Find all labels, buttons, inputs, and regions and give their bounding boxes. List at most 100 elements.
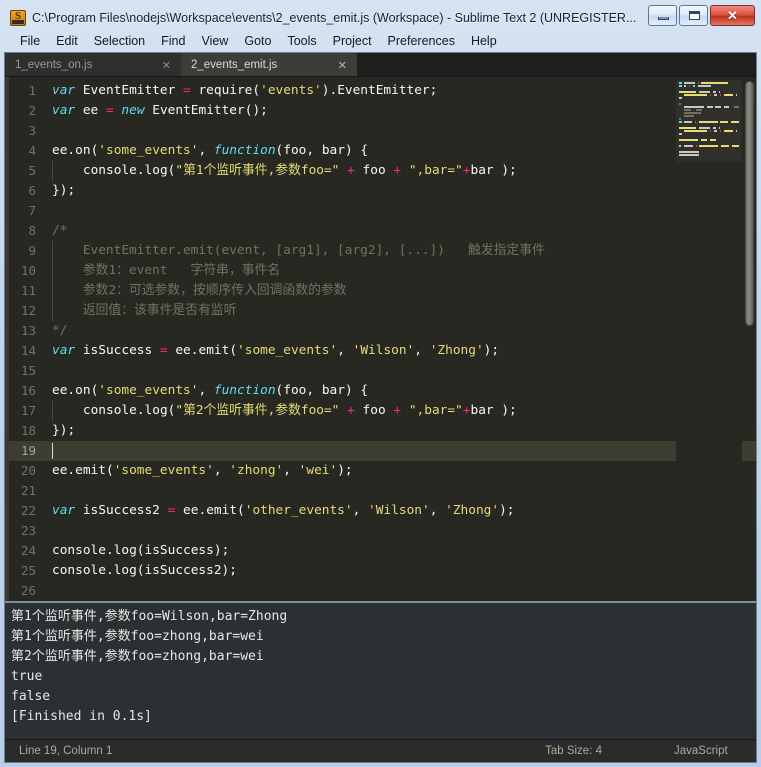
- minimap-token: [692, 85, 696, 87]
- minimap-token: [701, 82, 728, 84]
- code-line[interactable]: [43, 521, 756, 541]
- minimap-token: [694, 121, 696, 123]
- minimap-token: [679, 139, 698, 141]
- minimap-token: [683, 109, 692, 111]
- code-line[interactable]: [43, 201, 756, 221]
- code-line[interactable]: [43, 581, 756, 601]
- code-line[interactable]: 参数1：event 字符串，事件名: [43, 261, 756, 281]
- minimap[interactable]: [676, 77, 742, 601]
- line-number: 23: [20, 523, 36, 538]
- code-line[interactable]: 返回值：该事件是否有监听: [43, 301, 756, 321]
- code-line[interactable]: [43, 481, 756, 501]
- console-line: true: [11, 669, 43, 684]
- minimap-line: [679, 115, 739, 117]
- code-line[interactable]: ee.emit('some_events', 'zhong', 'wei');: [43, 461, 756, 481]
- code-line[interactable]: EventEmitter.emit(event, [arg1], [arg2],…: [43, 241, 756, 261]
- minimap-token: [684, 145, 693, 147]
- tab-close-icon[interactable]: ✕: [160, 59, 173, 72]
- minimap-line: [679, 157, 739, 159]
- minimap-token: [679, 121, 682, 123]
- tab-strip-empty-area: [357, 53, 756, 77]
- code-line[interactable]: /*: [43, 221, 756, 241]
- minimap-token: [719, 130, 721, 132]
- code-line[interactable]: [43, 441, 756, 461]
- menu-item-edit[interactable]: Edit: [48, 32, 86, 51]
- menu-item-tools[interactable]: Tools: [279, 32, 324, 51]
- tab-label: 2_events_emit.js: [191, 59, 278, 71]
- menu-item-view[interactable]: View: [193, 32, 236, 51]
- tab-strip: 1_events_on.js ✕ 2_events_emit.js ✕: [5, 53, 756, 77]
- minimap-token: [714, 94, 717, 96]
- line-number: 26: [20, 583, 36, 598]
- minimap-line: [679, 85, 739, 87]
- tab-label: 1_events_on.js: [15, 59, 93, 71]
- code-line[interactable]: [43, 121, 756, 141]
- code-line[interactable]: var EventEmitter = require('events').Eve…: [43, 81, 756, 101]
- maximize-button[interactable]: [679, 5, 708, 26]
- minimap-token: [679, 154, 700, 156]
- code-line[interactable]: console.log(isSuccess);: [43, 541, 756, 561]
- indent-guide: [52, 401, 53, 421]
- minimap-line: [679, 103, 739, 105]
- minimap-token: [719, 91, 721, 93]
- menu-item-find[interactable]: Find: [153, 32, 193, 51]
- tab-close-icon[interactable]: ✕: [336, 59, 349, 72]
- code-line[interactable]: console.log(isSuccess2);: [43, 561, 756, 581]
- scrollbar-thumb[interactable]: [745, 81, 754, 326]
- minimap-line: [679, 100, 739, 102]
- minimap-token: [684, 85, 687, 87]
- minimap-token: [683, 112, 702, 114]
- tab-size-indicator[interactable]: Tab Size: 4: [545, 745, 602, 757]
- line-number: 6: [28, 183, 36, 198]
- minimap-token: [679, 97, 682, 99]
- code-line[interactable]: });: [43, 421, 756, 441]
- minimize-button[interactable]: [648, 5, 677, 26]
- tab-1-events-on[interactable]: 1_events_on.js ✕: [5, 53, 181, 77]
- code-line[interactable]: console.log("第2个监听事件,参数foo=" + foo + ",b…: [43, 401, 756, 421]
- build-output-panel[interactable]: 第1个监听事件,参数foo=Wilson,bar=Zhong 第1个监听事件,参…: [5, 601, 756, 739]
- code-line[interactable]: var ee = new EventEmitter();: [43, 101, 756, 121]
- minimap-line: [679, 112, 739, 114]
- code-line[interactable]: ee.on('some_events', function(foo, bar) …: [43, 141, 756, 161]
- minimap-token: [730, 121, 739, 123]
- tab-2-events-emit[interactable]: 2_events_emit.js ✕: [181, 53, 357, 77]
- menu-item-file[interactable]: File: [12, 32, 48, 51]
- code-line[interactable]: */: [43, 321, 756, 341]
- code-line[interactable]: console.log("第1个监听事件,参数foo=" + foo + ",b…: [43, 161, 756, 181]
- minimap-line: [679, 82, 739, 84]
- minimap-token: [679, 127, 696, 129]
- code-content[interactable]: var EventEmitter = require('events').Eve…: [43, 77, 756, 601]
- close-button[interactable]: ✕: [710, 5, 755, 26]
- minimap-token: [735, 130, 738, 132]
- line-number: 13: [20, 323, 36, 338]
- minimap-line: [679, 91, 739, 93]
- maximize-icon: [689, 11, 700, 20]
- minimap-line: [679, 133, 739, 135]
- code-line[interactable]: [43, 361, 756, 381]
- code-line[interactable]: var isSuccess = ee.emit('some_events', '…: [43, 341, 756, 361]
- menu-item-project[interactable]: Project: [325, 32, 380, 51]
- minimap-line: [679, 130, 739, 132]
- language-indicator[interactable]: JavaScript: [674, 745, 742, 757]
- code-line[interactable]: 参数2：可选参数，按顺序传入回调函数的参数: [43, 281, 756, 301]
- menu-item-preferences[interactable]: Preferences: [380, 32, 463, 51]
- code-editor-area[interactable]: 1 2 3 4 5 6 7 8 9 10 11 12 13 14 15 16 17 18 19 20 21 22 23 24 2…: [5, 77, 756, 601]
- code-line[interactable]: ee.on('some_events', function(foo, bar) …: [43, 381, 756, 401]
- line-number: 20: [20, 463, 36, 478]
- minimap-token: [735, 94, 738, 96]
- minimap-line: [679, 109, 739, 111]
- cursor-position: Line 19, Column 1: [19, 745, 113, 757]
- vertical-scrollbar[interactable]: [744, 79, 755, 599]
- code-line[interactable]: });: [43, 181, 756, 201]
- line-number: 18: [20, 423, 36, 438]
- minimap-indent: [679, 94, 683, 96]
- minimap-token: [721, 145, 729, 147]
- minimap-line: [679, 118, 739, 120]
- code-line[interactable]: var isSuccess2 = ee.emit('other_events',…: [43, 501, 756, 521]
- line-number-gutter: 1 2 3 4 5 6 7 8 9 10 11 12 13 14 15 16 17 18 19 20 21 22 23 24 2…: [5, 77, 43, 601]
- menu-item-goto[interactable]: Goto: [236, 32, 279, 51]
- minimap-line: [679, 151, 739, 153]
- menu-item-selection[interactable]: Selection: [86, 32, 153, 51]
- minimap-line: [679, 106, 740, 108]
- menu-item-help[interactable]: Help: [463, 32, 505, 51]
